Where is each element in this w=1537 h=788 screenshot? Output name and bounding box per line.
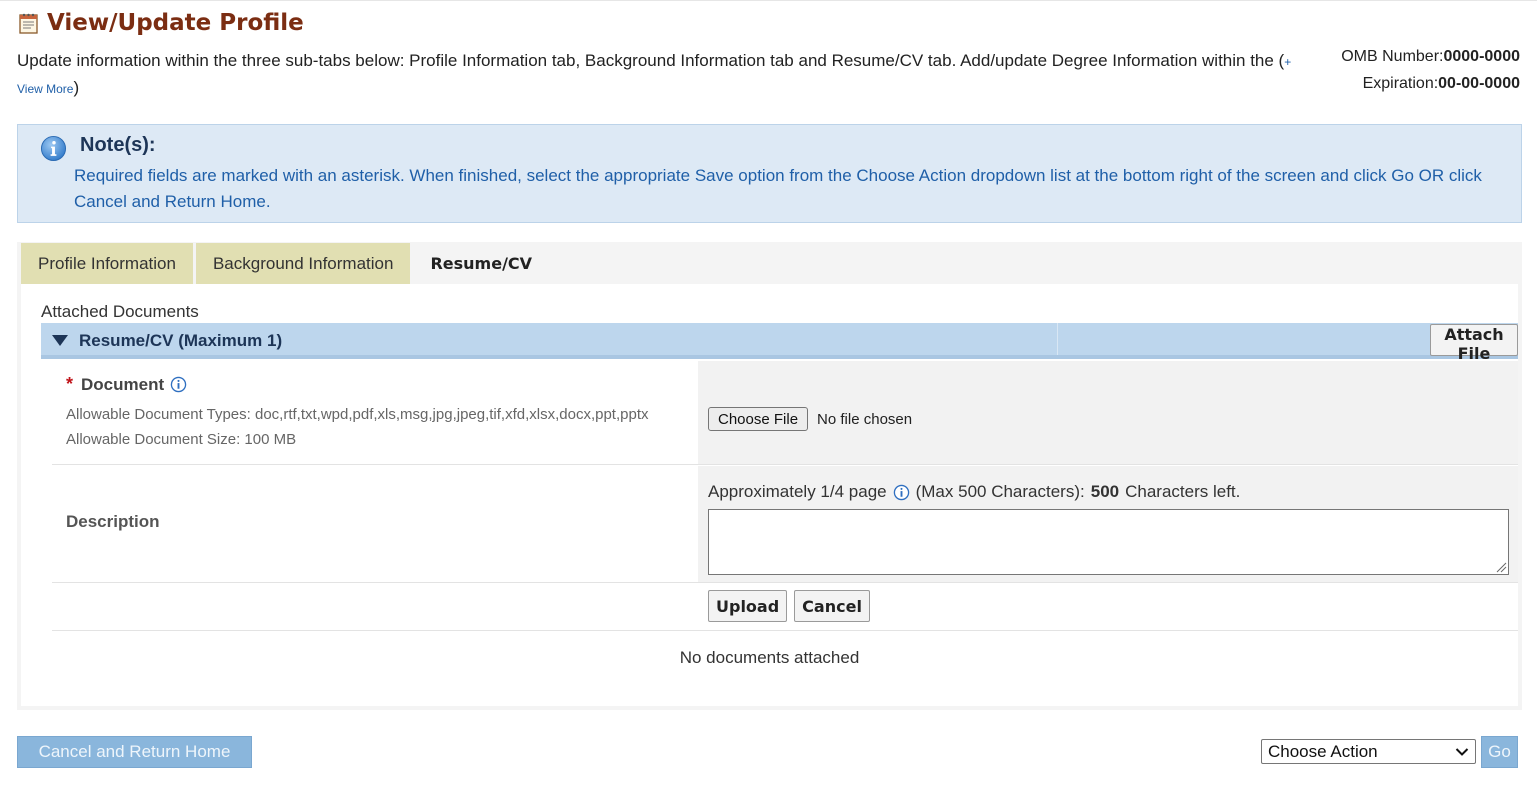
cancel-and-return-home-button[interactable]: Cancel and Return Home: [17, 736, 252, 768]
view-more-close: ): [73, 78, 80, 97]
page-title: View/Update Profile: [17, 10, 304, 36]
choose-file-button[interactable]: Choose File: [708, 407, 809, 431]
resume-section-title: Resume/CV (Maximum 1): [79, 331, 283, 350]
document-label: * Document: [66, 374, 187, 395]
description-hint-max: (Max 500 Characters):: [915, 482, 1085, 501]
chevron-down-icon: [1455, 747, 1469, 756]
omb-info: OMB Number:0000-0000 Expiration:00-00-00…: [1341, 43, 1520, 97]
top-border: [0, 0, 1537, 1]
intro-text-body: Update information within the three sub-…: [17, 51, 1285, 70]
info-icon[interactable]: [170, 376, 187, 393]
expiration-label: Expiration:: [1362, 75, 1439, 92]
profile-tabs-panel: Profile Information Background Informati…: [17, 242, 1522, 710]
no-documents-message: No documents attached: [679, 648, 860, 667]
notes-text: Required fields are marked with an aster…: [74, 166, 1482, 211]
resize-grip-icon[interactable]: [1496, 562, 1507, 573]
view-more-plus[interactable]: +: [1284, 55, 1291, 69]
upload-actions: Upload Cancel: [708, 590, 870, 622]
upload-button[interactable]: Upload: [708, 590, 788, 622]
document-input-cell: Choose File No file chosen: [698, 361, 1518, 464]
no-file-chosen-text: No file chosen: [817, 410, 913, 428]
chars-left-suffix: Characters left.: [1125, 482, 1241, 501]
required-marker: *: [66, 374, 74, 394]
info-circle-icon: [40, 135, 67, 162]
file-input: Choose File No file chosen: [708, 407, 912, 431]
attach-file-button[interactable]: Attach File: [1430, 324, 1518, 363]
description-textarea[interactable]: [708, 509, 1509, 575]
tab-strip: Profile Information Background Informati…: [21, 243, 550, 284]
document-label-text: Document: [81, 374, 165, 394]
omb-label: OMB Number:: [1341, 48, 1444, 65]
choose-action-select[interactable]: Choose Action: [1261, 739, 1476, 764]
description-label: Description: [66, 512, 160, 531]
tab-profile-information[interactable]: Profile Information: [21, 243, 193, 284]
upload-actions-row: Upload Cancel: [52, 584, 1518, 631]
tab-background-information[interactable]: Background Information: [195, 243, 411, 284]
description-hint-prefix: Approximately 1/4 page: [708, 482, 887, 501]
intro-text: Update information within the three sub-…: [17, 48, 1317, 102]
section-divider: [1057, 323, 1058, 355]
chars-left-count: 500: [1090, 482, 1120, 501]
choose-action-value: Choose Action: [1268, 741, 1378, 761]
description-hint: Approximately 1/4 page (Max 500 Characte…: [708, 482, 1240, 502]
resume-tab-content: Attached Documents Resume/CV (Maximum 1)…: [21, 284, 1518, 706]
description-row: Description Approximately 1/4 page (Max …: [52, 466, 1518, 583]
attached-documents-label: Attached Documents: [41, 302, 199, 321]
notepad-icon: [19, 13, 38, 34]
notes-title: Note(s):: [80, 134, 156, 156]
info-icon[interactable]: [893, 484, 910, 501]
document-row: * Document Allowable Document Types: doc…: [52, 361, 1518, 465]
page-title-text: View/Update Profile: [47, 10, 304, 36]
allowable-size: Allowable Document Size: 100 MB: [66, 431, 297, 448]
cancel-upload-button[interactable]: Cancel: [794, 590, 870, 622]
go-button[interactable]: Go: [1481, 736, 1518, 768]
view-more-link[interactable]: View More: [17, 82, 73, 96]
omb-number: 0000-0000: [1443, 48, 1520, 65]
resume-section-header[interactable]: Resume/CV (Maximum 1) Attach File: [41, 323, 1518, 363]
allowable-types: Allowable Document Types: doc,rtf,txt,wp…: [66, 406, 649, 423]
tab-resume-cv[interactable]: Resume/CV: [413, 243, 550, 284]
expiration-date: 00-00-0000: [1438, 75, 1520, 92]
description-input-cell: Approximately 1/4 page (Max 500 Characte…: [698, 466, 1518, 582]
triangle-down-icon[interactable]: [52, 335, 68, 347]
notes-box: Note(s): Required fields are marked with…: [17, 124, 1522, 223]
